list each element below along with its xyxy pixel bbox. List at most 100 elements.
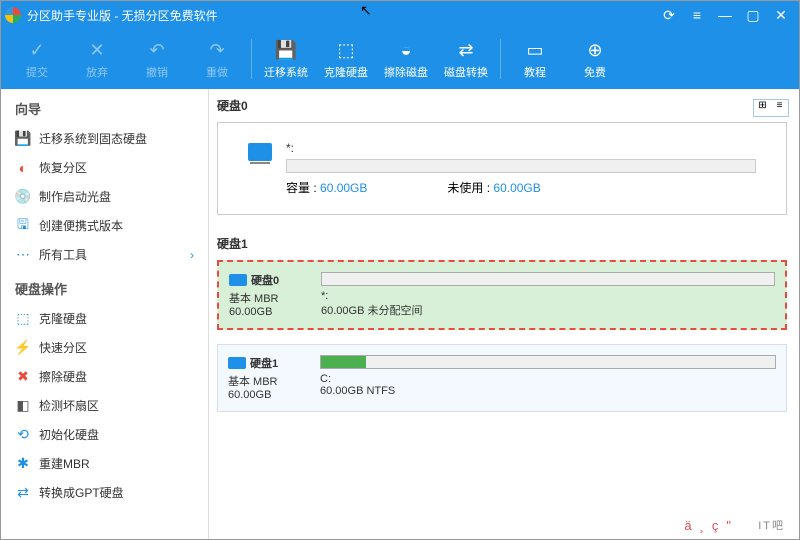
toolbar-icon: ⬚ <box>334 38 358 62</box>
toolbar-教程[interactable]: ▭ 教程 <box>505 38 565 80</box>
sidebar-item-迁移系统到固态硬盘[interactable]: 💾 迁移系统到固态硬盘 <box>1 124 208 153</box>
toolbar-磁盘转换[interactable]: ⇄磁盘转换 <box>436 38 496 80</box>
toolbar-icon: ✕ <box>85 38 109 62</box>
disk-meta: 硬盘1 基本 MBR 60.00GB <box>228 355 308 401</box>
disk0-capacity: 容量 : 60.00GB <box>286 179 367 196</box>
sidebar-label: 迁移系统到固态硬盘 <box>39 130 147 147</box>
sidebar-group-diskops: 硬盘操作 <box>1 269 208 304</box>
sidebar-icon: ◐ <box>15 160 31 176</box>
partition-name: *: <box>321 290 775 302</box>
toolbar-放弃: ✕ 放弃 <box>67 38 127 80</box>
sidebar-icon: 🖫 <box>15 218 31 234</box>
toolbar-免费[interactable]: ⊕ 免费 <box>565 38 625 80</box>
disk0-usage-bar <box>286 159 756 173</box>
sidebar: 向导 💾迁移系统到固态硬盘◐恢复分区💿制作启动光盘🖫创建便携式版本⋯所有工具› … <box>1 89 209 539</box>
toolbar: ✓ 提交 ✕ 放弃 ↶ 撤销 ↷ 重做 💾迁移系统 ⬚ 克隆硬盘 ◒ 擦除磁盘 ⇄磁盘转换 ▭ 教程 ⊕ 免费 <box>1 29 799 89</box>
sidebar-label: 所有工具 <box>39 246 87 263</box>
toolbar-label: 放弃 <box>86 64 108 80</box>
sidebar-item-创建便携式版本[interactable]: 🖫创建便携式版本 <box>1 211 208 240</box>
toolbar-提交: ✓ 提交 <box>7 38 67 80</box>
close-icon[interactable]: ✕ <box>767 1 795 29</box>
toolbar-icon: ▭ <box>523 38 547 62</box>
sidebar-label: 恢复分区 <box>39 159 87 176</box>
sidebar-icon: ⬚ <box>15 311 31 327</box>
sidebar-item-快速分区[interactable]: ⚡ 快速分区 <box>1 333 208 362</box>
disk1-section: 硬盘1 硬盘0 基本 MBR 60.00GB *: 60.00GB 未分配空间 … <box>217 235 787 412</box>
toolbar-label: 重做 <box>206 64 228 80</box>
titlebar: 分区助手专业版 - 无损分区免费软件 ⟳ ≡ — ▢ ✕ <box>1 1 799 29</box>
disk-icon <box>228 357 246 369</box>
disk-layout-硬盘0[interactable]: 硬盘0 基本 MBR 60.00GB *: 60.00GB 未分配空间 <box>217 260 787 330</box>
sidebar-icon: ⇄ <box>15 485 31 501</box>
sidebar-icon: ⚡ <box>15 340 31 356</box>
disk-meta: 硬盘0 基本 MBR 60.00GB <box>229 272 309 318</box>
toolbar-icon: ↶ <box>145 38 169 62</box>
partition-desc: 60.00GB NTFS <box>320 385 776 397</box>
toolbar-label: 擦除磁盘 <box>384 64 428 80</box>
disk-layout-硬盘1[interactable]: 硬盘1 基本 MBR 60.00GB C: 60.00GB NTFS <box>217 344 787 412</box>
view-toggle[interactable]: ⊞≡ <box>753 99 789 117</box>
sidebar-item-初始化硬盘[interactable]: ⟲ 初始化硬盘 <box>1 420 208 449</box>
partition-desc: 60.00GB 未分配空间 <box>321 302 775 318</box>
sidebar-label: 初始化硬盘 <box>39 426 99 443</box>
toolbar-擦除磁盘[interactable]: ◒ 擦除磁盘 <box>376 38 436 80</box>
sidebar-icon: ✖ <box>15 369 31 385</box>
sidebar-label: 克隆硬盘 <box>39 310 87 327</box>
sidebar-item-恢复分区[interactable]: ◐ 恢复分区 <box>1 153 208 182</box>
disk-icon <box>229 274 247 286</box>
sidebar-group-wizard: 向导 <box>1 89 208 124</box>
toolbar-icon: 💾 <box>274 38 298 62</box>
toolbar-label: 提交 <box>26 64 48 80</box>
refresh-icon[interactable]: ⟳ <box>655 1 683 29</box>
toolbar-label: 克隆硬盘 <box>324 64 368 80</box>
disk1-title: 硬盘1 <box>217 235 787 252</box>
sidebar-item-重建MBR[interactable]: ✱ 重建MBR <box>1 449 208 478</box>
window-title: 分区助手专业版 - 无损分区免费软件 <box>27 7 218 24</box>
footer-symbols: ä¸­ç" <box>684 518 739 533</box>
partition-area: C: 60.00GB NTFS <box>320 355 776 401</box>
sidebar-label: 重建MBR <box>39 455 90 472</box>
disk0-box[interactable]: *: 容量 : 60.00GB 未使用 : 60.00GB <box>217 122 787 215</box>
toolbar-撤销: ↶ 撤销 <box>127 38 187 80</box>
sidebar-label: 擦除硬盘 <box>39 368 87 385</box>
toolbar-label: 磁盘转换 <box>444 64 488 80</box>
partition-bar[interactable] <box>320 355 776 369</box>
sidebar-item-所有工具[interactable]: ⋯ 所有工具 › <box>1 240 208 269</box>
sidebar-item-制作启动光盘[interactable]: 💿 制作启动光盘 <box>1 182 208 211</box>
toolbar-label: 撤销 <box>146 64 168 80</box>
sidebar-item-检测坏扇区[interactable]: ◧检测坏扇区 <box>1 391 208 420</box>
toolbar-icon: ↷ <box>205 38 229 62</box>
maximize-icon[interactable]: ▢ <box>739 1 767 29</box>
chevron-right-icon: › <box>190 248 194 262</box>
minimize-icon[interactable]: — <box>711 1 739 29</box>
menu-icon[interactable]: ≡ <box>683 1 711 29</box>
partition-bar[interactable] <box>321 272 775 286</box>
sidebar-label: 快速分区 <box>39 339 87 356</box>
toolbar-label: 教程 <box>524 64 546 80</box>
sidebar-item-克隆硬盘[interactable]: ⬚ 克隆硬盘 <box>1 304 208 333</box>
disk0-name: *: <box>286 141 756 155</box>
watermark: IT吧 <box>758 517 785 533</box>
disk0-unused: 未使用 : 60.00GB <box>447 179 540 196</box>
toolbar-icon: ✓ <box>25 38 49 62</box>
toolbar-icon: ⊕ <box>583 38 607 62</box>
disk0-section: 硬盘0 *: 容量 : 60.00GB 未使用 : 60.00GB <box>217 97 787 215</box>
sidebar-item-转换成GPT硬盘[interactable]: ⇄转换成GPT硬盘 <box>1 478 208 507</box>
sidebar-item-擦除硬盘[interactable]: ✖ 擦除硬盘 <box>1 362 208 391</box>
sidebar-label: 制作启动光盘 <box>39 188 111 205</box>
sidebar-icon: ✱ <box>15 456 31 472</box>
toolbar-克隆硬盘[interactable]: ⬚ 克隆硬盘 <box>316 38 376 80</box>
toolbar-label: 免费 <box>584 64 606 80</box>
partition-area: *: 60.00GB 未分配空间 <box>321 272 775 318</box>
sidebar-icon: ⋯ <box>15 247 31 263</box>
disk-icon <box>248 143 272 161</box>
sidebar-icon: 💿 <box>15 189 31 205</box>
partition-name: C: <box>320 373 776 385</box>
toolbar-icon: ◒ <box>394 38 418 62</box>
sidebar-icon: 💾 <box>15 131 31 147</box>
toolbar-迁移系统[interactable]: 💾迁移系统 <box>256 38 316 80</box>
disk0-title: 硬盘0 <box>217 97 787 114</box>
sidebar-label: 检测坏扇区 <box>39 397 99 414</box>
content: ⊞≡ 硬盘0 *: 容量 : 60.00GB 未使用 : 60.00GB <box>209 89 799 539</box>
sidebar-icon: ⟲ <box>15 427 31 443</box>
